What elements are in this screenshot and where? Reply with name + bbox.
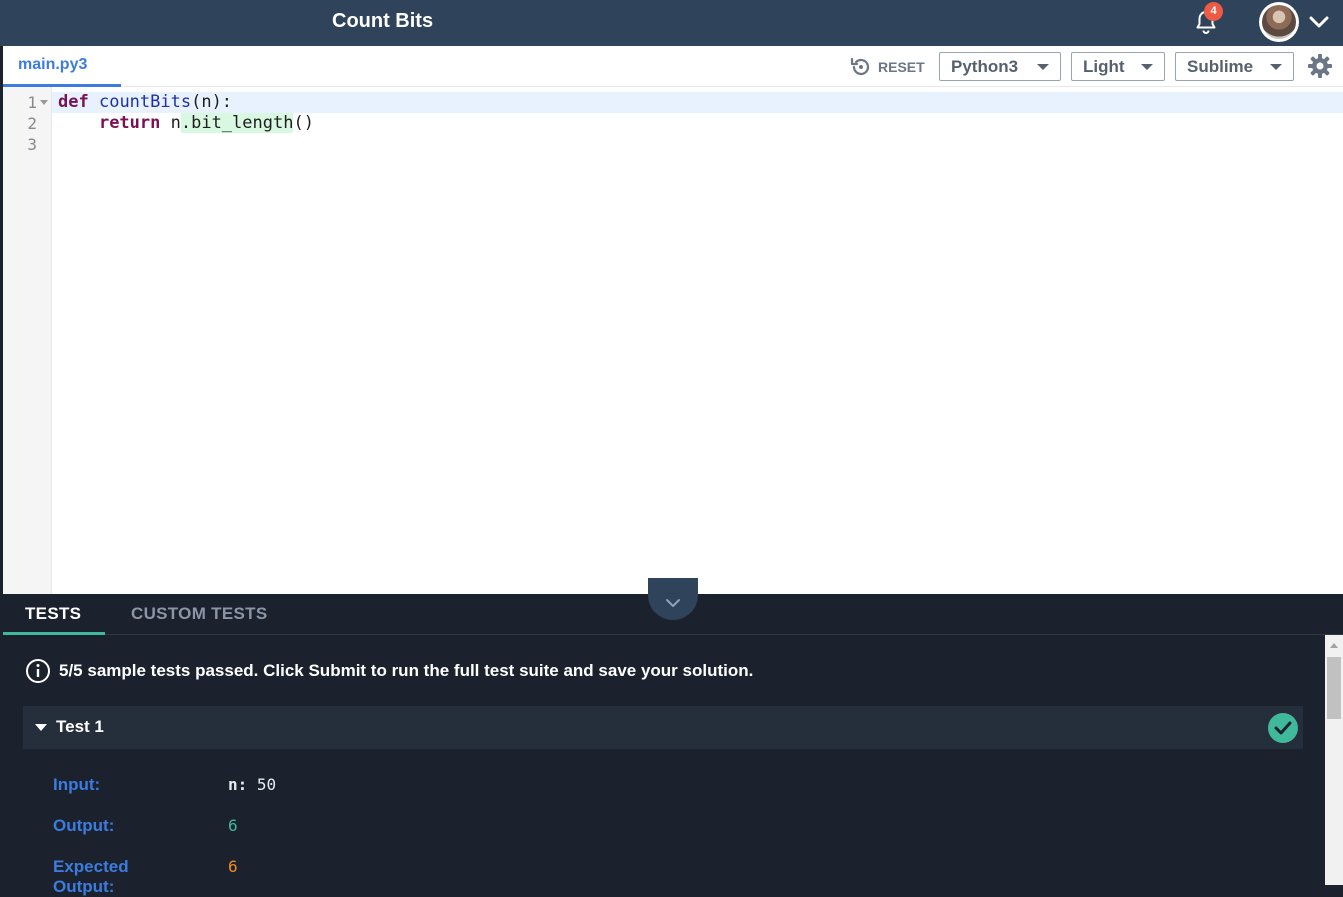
scroll-up-icon[interactable]: [1330, 643, 1338, 648]
language-value: Python3: [951, 57, 1019, 76]
summary-message: sample tests passed. Click Submit to run…: [82, 661, 754, 680]
language-select[interactable]: Python3: [939, 52, 1061, 81]
notification-badge[interactable]: 4: [1204, 2, 1223, 21]
function-name: countBits: [98, 92, 192, 112]
info-icon: [26, 659, 50, 683]
summary-text: 5/5 sample tests passed. Click Submit to…: [59, 661, 753, 681]
theme-select[interactable]: Light: [1071, 52, 1165, 81]
tests-panel: TESTS CUSTOM TESTS 5/5 sample tests pass…: [3, 578, 1343, 896]
code-text: (n):: [191, 92, 233, 112]
code-line-1[interactable]: def countBits(n):: [58, 92, 232, 112]
output-value: 6: [228, 816, 238, 835]
code-text: (): [293, 113, 314, 133]
summary-count: 5/5: [59, 661, 83, 680]
scrollbar[interactable]: [1325, 635, 1343, 885]
tab-tests[interactable]: TESTS: [25, 604, 81, 624]
keymap-value: Sublime: [1187, 57, 1254, 76]
check-icon: [1268, 713, 1298, 743]
input-value: n: 50: [228, 775, 276, 794]
keyword: def: [58, 92, 89, 112]
page-title: Count Bits: [332, 10, 434, 32]
line-number: 2: [27, 114, 37, 133]
reset-icon: [850, 57, 870, 76]
caret-down-icon: [1141, 64, 1153, 70]
caret-down-icon: [1037, 64, 1049, 70]
editor-toolbar: main.py3 RESET Python3 Light Sublime: [3, 46, 1343, 87]
top-bar: Count Bits 4: [0, 0, 1343, 46]
keymap-select[interactable]: Sublime: [1175, 52, 1294, 81]
active-tab-indicator: [3, 632, 105, 635]
highlighted-code: .bit_length: [180, 113, 294, 133]
avatar[interactable]: [1259, 2, 1299, 42]
caret-down-icon: [35, 724, 47, 731]
active-line-highlight: [52, 92, 1343, 113]
code-text: n: [160, 113, 181, 133]
scrollbar-thumb[interactable]: [1327, 657, 1341, 719]
expected-output-value: 6: [228, 857, 238, 876]
keyword: return: [98, 113, 161, 133]
gear-icon[interactable]: [1307, 53, 1333, 79]
input-label: Input:: [53, 775, 101, 794]
tab-custom-tests[interactable]: CUSTOM TESTS: [131, 604, 267, 624]
test-name: Test 1: [56, 717, 104, 736]
output-label: Output:: [53, 816, 115, 835]
code-line-2[interactable]: return n.bit_length(): [58, 113, 314, 133]
test-case-header[interactable]: Test 1: [23, 706, 1303, 749]
chevron-down-icon[interactable]: [1307, 10, 1331, 34]
fold-arrow-icon[interactable]: [40, 100, 48, 105]
expected-output-label: Expected Output:: [53, 857, 129, 896]
code-editor[interactable]: 1 2 3 def countBits(n): return n.bit_len…: [3, 87, 1343, 594]
caret-down-icon: [1270, 64, 1282, 70]
line-number: 1: [27, 93, 37, 112]
reset-label: RESET: [878, 59, 925, 75]
theme-value: Light: [1083, 57, 1125, 76]
tab-main-py3[interactable]: main.py3: [3, 46, 121, 87]
chevron-down-icon: [666, 599, 680, 607]
test-summary: 5/5 sample tests passed. Click Submit to…: [25, 658, 753, 684]
input-number: 50: [247, 775, 277, 794]
line-number: 3: [27, 135, 37, 154]
file-tab-label: main.py3: [18, 56, 88, 73]
input-var: n:: [228, 775, 248, 794]
line-gutter: 1 2 3: [3, 87, 52, 594]
reset-button[interactable]: RESET: [849, 56, 925, 78]
